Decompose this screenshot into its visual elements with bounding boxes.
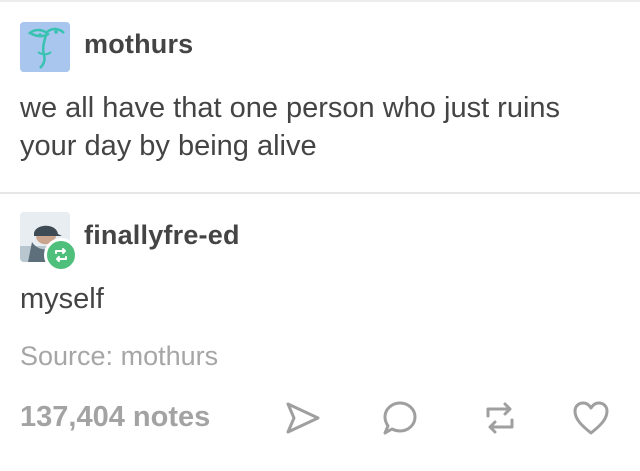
share-button[interactable] — [281, 396, 325, 440]
post-divider — [0, 192, 640, 194]
source-label: Source: — [20, 341, 114, 371]
post-body-text: we all have that one person who just rui… — [20, 92, 561, 162]
abstract-face-icon — [20, 22, 70, 72]
notes-count[interactable]: 137,404 notes — [20, 401, 210, 434]
reblog-icon — [486, 402, 514, 434]
reblog-button[interactable] — [478, 396, 522, 440]
post-author-name[interactable]: mothurs — [84, 29, 193, 60]
reblog-body-text: myself — [20, 283, 104, 315]
reblog-badge — [44, 238, 78, 272]
reblog-icon — [55, 248, 67, 262]
reblogger-name[interactable]: finallyfre-ed — [84, 220, 240, 251]
reply-button[interactable] — [378, 396, 422, 440]
heart-icon — [573, 401, 609, 435]
mothurs-avatar[interactable] — [20, 22, 70, 72]
source-line: Source: mothurs — [20, 341, 218, 372]
reply-icon — [383, 401, 417, 435]
top-divider — [0, 0, 640, 2]
share-icon — [286, 402, 320, 434]
source-link[interactable]: mothurs — [121, 341, 219, 371]
like-button[interactable] — [569, 396, 613, 440]
